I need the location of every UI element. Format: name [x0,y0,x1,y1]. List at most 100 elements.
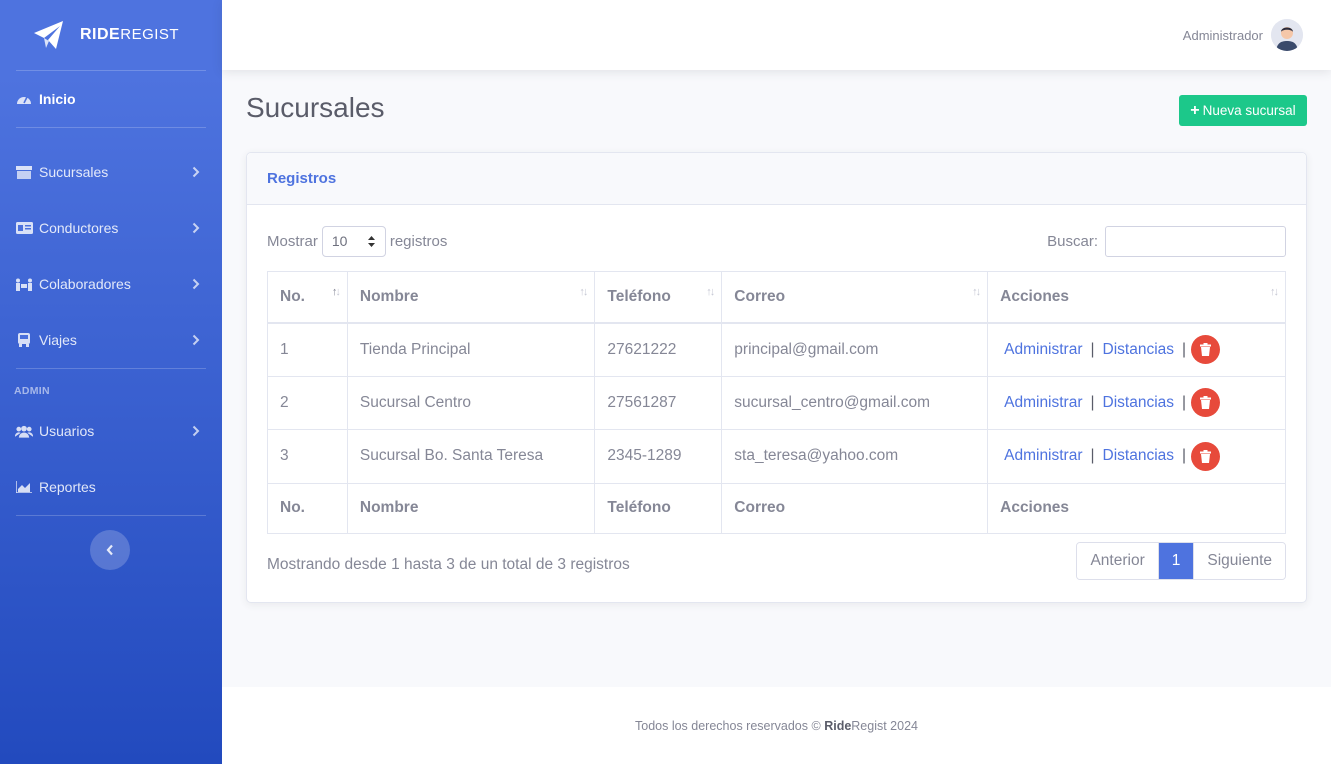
sidebar-item-conductores[interactable]: Conductores [0,200,222,256]
footer-header-telefono: Teléfono [594,482,723,534]
separator: | [1182,340,1187,358]
administrar-link[interactable]: Administrar [1004,447,1082,465]
footer-header-no: No. [267,482,348,534]
user-name[interactable]: Administrador [1183,28,1263,43]
footer-brand-rest: Regist 2024 [851,718,918,733]
cell-correo: sta_teresa@yahoo.com [721,429,989,484]
footer-header-correo: Correo [721,482,989,534]
column-header-telefono[interactable]: Teléfono ↑↓ [594,271,723,324]
sidebar-divider [16,368,206,369]
column-header-correo[interactable]: Correo ↑↓ [721,271,989,324]
footer-header-nombre: Nombre [346,482,596,534]
brand-name: RIDEREGIST [80,26,180,43]
table-row: 1 Tienda Principal 27621222 principal@gm… [267,322,1286,377]
footer-brand-bold: Ride [824,718,852,733]
page-size-value: 10 [331,233,348,249]
distancias-link[interactable]: Distancias [1103,394,1175,412]
paper-plane-icon [34,21,63,49]
sort-asc-icon: ↑↓ [331,286,341,298]
delete-button[interactable] [1191,441,1221,471]
sidebar-divider [16,515,206,516]
sidebar-divider [16,127,206,128]
cell-nombre: Sucursal Centro [346,375,596,430]
chevron-right-icon [192,278,200,290]
cell-acciones: Administrar | Distancias | [987,429,1286,484]
administrar-link[interactable]: Administrar [1004,394,1082,412]
sort-icon: ↑↓ [579,286,588,298]
column-header-label: No. [280,287,305,305]
sidebar-item-label: Conductores [39,220,119,236]
sidebar-item-colaboradores[interactable]: Colaboradores [0,256,222,312]
footer-prefix: Todos los derechos reservados © [635,718,821,733]
cell-no: 3 [267,429,348,484]
column-header-acciones[interactable]: Acciones ↑↓ [987,271,1286,324]
cell-acciones: Administrar | Distancias | [987,375,1286,430]
user-avatar-icon [1271,19,1303,51]
sidebar-toggle-button[interactable] [90,530,130,570]
cell-nombre: Sucursal Bo. Santa Teresa [346,429,596,484]
table-controls: Mostrar 10 registros Buscar: [267,225,1286,257]
distancias-link[interactable]: Distancias [1103,447,1175,465]
sort-icon: ↑↓ [972,286,981,298]
id-card-icon [15,221,33,235]
sidebar-item-label: Colaboradores [39,276,131,292]
chevron-right-icon [192,222,200,234]
brand-link[interactable]: RIDEREGIST [0,0,222,70]
sidebar-item-reportes[interactable]: Reportes [0,459,222,515]
column-header-nombre[interactable]: Nombre ↑↓ [346,271,596,324]
footer: Todos los derechos reservados © RideRegi… [222,687,1331,764]
avatar[interactable] [1271,19,1303,51]
sidebar-item-viajes[interactable]: Viajes [0,312,222,368]
distancias-link[interactable]: Distancias [1103,341,1175,359]
chart-area-icon [15,480,33,494]
people-carry-icon [15,277,33,291]
sidebar-item-label: Inicio [39,91,76,107]
new-branch-button-label: Nueva sucursal [1202,103,1296,118]
cell-correo: sucursal_centro@gmail.com [721,375,989,430]
sidebar-item-usuarios[interactable]: Usuarios [0,403,222,459]
page-size-select[interactable]: 10 [321,225,386,257]
separator: | [1182,393,1187,411]
plus-icon: + [1190,101,1200,119]
cell-no: 1 [267,322,348,377]
column-header-label: Teléfono [607,287,671,305]
sidebar: RIDEREGIST Inicio Sucursales Conductores… [0,0,222,764]
column-header-label: Correo [734,287,786,305]
chevron-right-icon [192,166,200,178]
cell-telefono: 2345-1289 [594,429,723,484]
administrar-link[interactable]: Administrar [1004,341,1082,359]
sidebar-item-sucursales[interactable]: Sucursales [0,144,222,200]
cell-nombre: Tienda Principal [346,322,596,377]
pagination-next[interactable]: Siguiente [1193,543,1285,579]
new-branch-button[interactable]: + Nueva sucursal [1179,95,1307,126]
delete-button[interactable] [1191,335,1221,364]
bus-icon [15,333,33,347]
store-icon [15,165,33,179]
cell-no: 2 [267,375,348,430]
cell-correo: principal@gmail.com [721,322,989,377]
separator: | [1090,340,1095,358]
tachometer-icon [15,92,33,106]
records-card: Registros Mostrar 10 registros Buscar: N… [246,152,1307,603]
sidebar-item-label: Reportes [39,479,96,495]
delete-button[interactable] [1191,388,1221,418]
cell-telefono: 27621222 [594,322,723,377]
chevron-right-icon [192,425,200,437]
page-title: Sucursales [246,92,385,123]
column-header-label: Acciones [1000,287,1070,305]
table-info: Mostrando desde 1 hasta 3 de un total de… [267,556,630,573]
show-label-suffix: registros [389,232,448,250]
search-input[interactable] [1105,225,1286,257]
separator: | [1090,393,1095,411]
column-header-no[interactable]: No. ↑↓ [267,271,348,324]
trash-icon [1200,396,1212,410]
sidebar-item-label: Sucursales [39,164,109,180]
pagination-previous[interactable]: Anterior [1077,543,1158,579]
sidebar-item-inicio[interactable]: Inicio [0,71,222,127]
footer-header-acciones: Acciones [987,482,1286,534]
search-wrap: Buscar: [1047,225,1286,257]
cell-telefono: 27561287 [594,375,723,430]
separator: | [1090,447,1095,465]
table-footer-row: No. Nombre Teléfono Correo Acciones [267,482,1286,534]
pagination-page-1[interactable]: 1 [1157,543,1194,579]
